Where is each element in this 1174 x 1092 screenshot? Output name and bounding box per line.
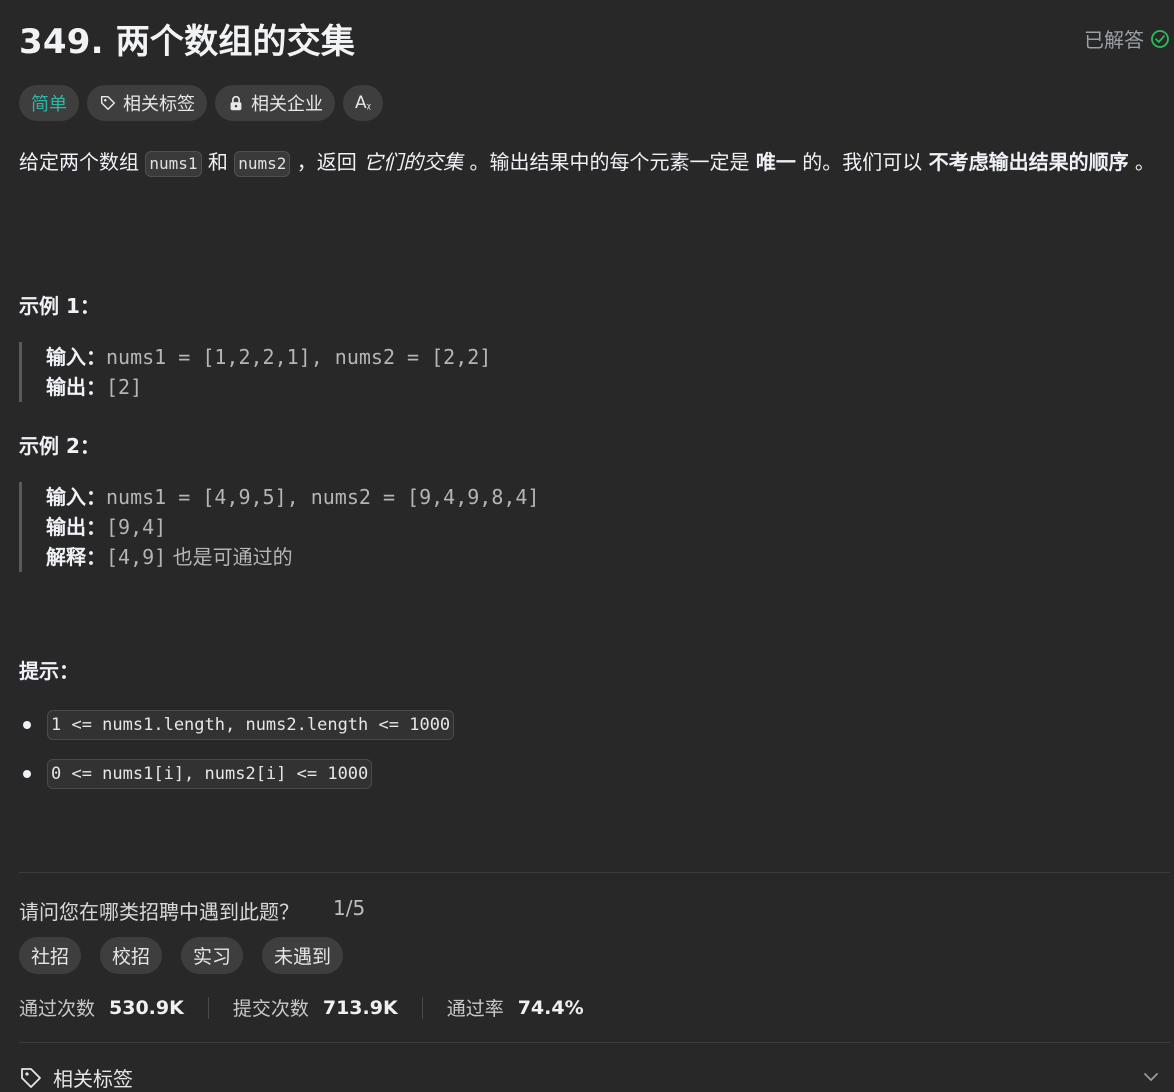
bullet-dot — [23, 769, 31, 778]
divider — [19, 872, 1170, 873]
desc-text: 给定两个数组 — [19, 150, 146, 174]
example-output: [9,4] — [106, 515, 167, 539]
chevron-down-icon[interactable] — [1140, 1066, 1162, 1088]
constraints-list: 1 <= nums1.length, nums2.length <= 1000 … — [19, 708, 455, 806]
example-output: [2] — [106, 375, 143, 399]
translate-icon: Aᵪ — [355, 93, 372, 113]
constraint-code: 1 <= nums1.length, nums2.length <= 1000 — [47, 709, 455, 740]
problem-title: 349. 两个数组的交集 — [19, 22, 356, 62]
survey-question: 请问您在哪类招聘中遇到此题？ 1/5 — [19, 896, 365, 925]
tag-icon — [21, 1067, 41, 1088]
survey-option-none[interactable]: 未遇到 — [262, 937, 344, 974]
difficulty-badge[interactable]: 简单 — [19, 85, 79, 121]
solved-status: 已解答 — [1084, 24, 1170, 53]
divider — [19, 1042, 1170, 1043]
desc-text: 。 — [1128, 150, 1155, 174]
related-topics-button[interactable]: 相关标签 — [87, 85, 207, 121]
rate-value: 74.4% — [517, 996, 584, 1019]
submission-stats: 通过次数 530.9K 提交次数 713.9K 通过率 74.4% — [19, 994, 584, 1021]
desc-text: 和 — [201, 150, 235, 174]
example-input: nums1 = [4,9,5], nums2 = [9,4,9,8,4] — [106, 485, 540, 509]
desc-text: 的。我们可以 — [795, 150, 929, 174]
list-item: 0 <= nums1[i], nums2[i] <= 1000 — [19, 757, 454, 790]
list-item: 1 <= nums1.length, nums2.length <= 1000 — [19, 708, 455, 741]
survey-question-text: 请问您在哪类招聘中遇到此题？ — [19, 900, 299, 924]
desc-emphasis: 它们的交集 — [363, 150, 464, 174]
example-2-block: 输入：nums1 = [4,9,5], nums2 = [9,4,9,8,4] … — [19, 482, 539, 572]
check-circle-icon — [1151, 29, 1169, 48]
explain-text: 也是可通过的 — [166, 545, 293, 569]
example-input: nums1 = [1,2,2,1], nums2 = [2,2] — [106, 345, 492, 369]
output-label: 输出： — [46, 515, 106, 539]
stat-divider — [421, 996, 423, 1019]
accepted-label: 通过次数 — [19, 998, 96, 1020]
constraints-title: 提示： — [19, 659, 79, 683]
related-topics-section-label: 相关标签 — [53, 1067, 133, 1091]
survey-option-social[interactable]: 社招 — [19, 937, 82, 974]
desc-strong: 不考虑输出结果的顺序 — [928, 150, 1129, 174]
desc-strong: 唯一 — [755, 150, 796, 174]
example-1-title: 示例 1： — [19, 294, 100, 318]
inline-code: nums2 — [234, 151, 291, 177]
desc-text: ，返回 — [290, 150, 364, 174]
stat-divider — [207, 996, 209, 1019]
survey-option-campus[interactable]: 校招 — [100, 937, 163, 974]
rate-stat: 通过率 74.4% — [447, 994, 584, 1021]
translate-button[interactable]: Aᵪ — [343, 85, 384, 121]
related-companies-label: 相关企业 — [251, 94, 323, 115]
survey-option-intern[interactable]: 实习 — [181, 937, 244, 974]
accepted-value: 530.9K — [109, 996, 184, 1019]
input-label: 输入： — [46, 345, 106, 369]
example-2-title: 示例 2： — [19, 434, 100, 458]
output-label: 输出： — [46, 375, 106, 399]
solved-label: 已解答 — [1084, 28, 1144, 52]
related-companies-button[interactable]: 相关企业 — [215, 85, 335, 121]
survey-progress: 1/5 — [333, 896, 366, 920]
tag-icon — [100, 95, 116, 111]
input-label: 输入： — [46, 485, 106, 509]
accepted-stat: 通过次数 530.9K — [19, 994, 184, 1021]
desc-text: 。输出结果中的每个元素一定是 — [463, 150, 756, 174]
bullet-dot — [23, 720, 31, 729]
problem-description: 给定两个数组 nums1 和 nums2 ，返回 它们的交集 。输出结果中的每个… — [19, 146, 1167, 179]
example-1-block: 输入：nums1 = [1,2,2,1], nums2 = [2,2] 输出：[… — [19, 342, 491, 402]
problem-tags: 简单 相关标签 相关企业 Aᵪ — [19, 85, 384, 121]
constraint-code: 0 <= nums1[i], nums2[i] <= 1000 — [47, 758, 373, 789]
survey-options: 社招 校招 实习 未遇到 — [19, 937, 344, 974]
related-topics-label: 相关标签 — [123, 94, 195, 115]
lock-icon — [230, 95, 242, 111]
explain-code: [4,9] — [106, 545, 167, 569]
explain-label: 解释： — [46, 545, 106, 569]
related-topics-section[interactable]: 相关标签 — [19, 1063, 133, 1092]
submissions-value: 713.9K — [322, 996, 398, 1019]
inline-code: nums1 — [145, 151, 202, 177]
rate-label: 通过率 — [446, 998, 504, 1020]
submissions-stat: 提交次数 713.9K — [233, 994, 398, 1021]
submissions-label: 提交次数 — [232, 998, 309, 1020]
